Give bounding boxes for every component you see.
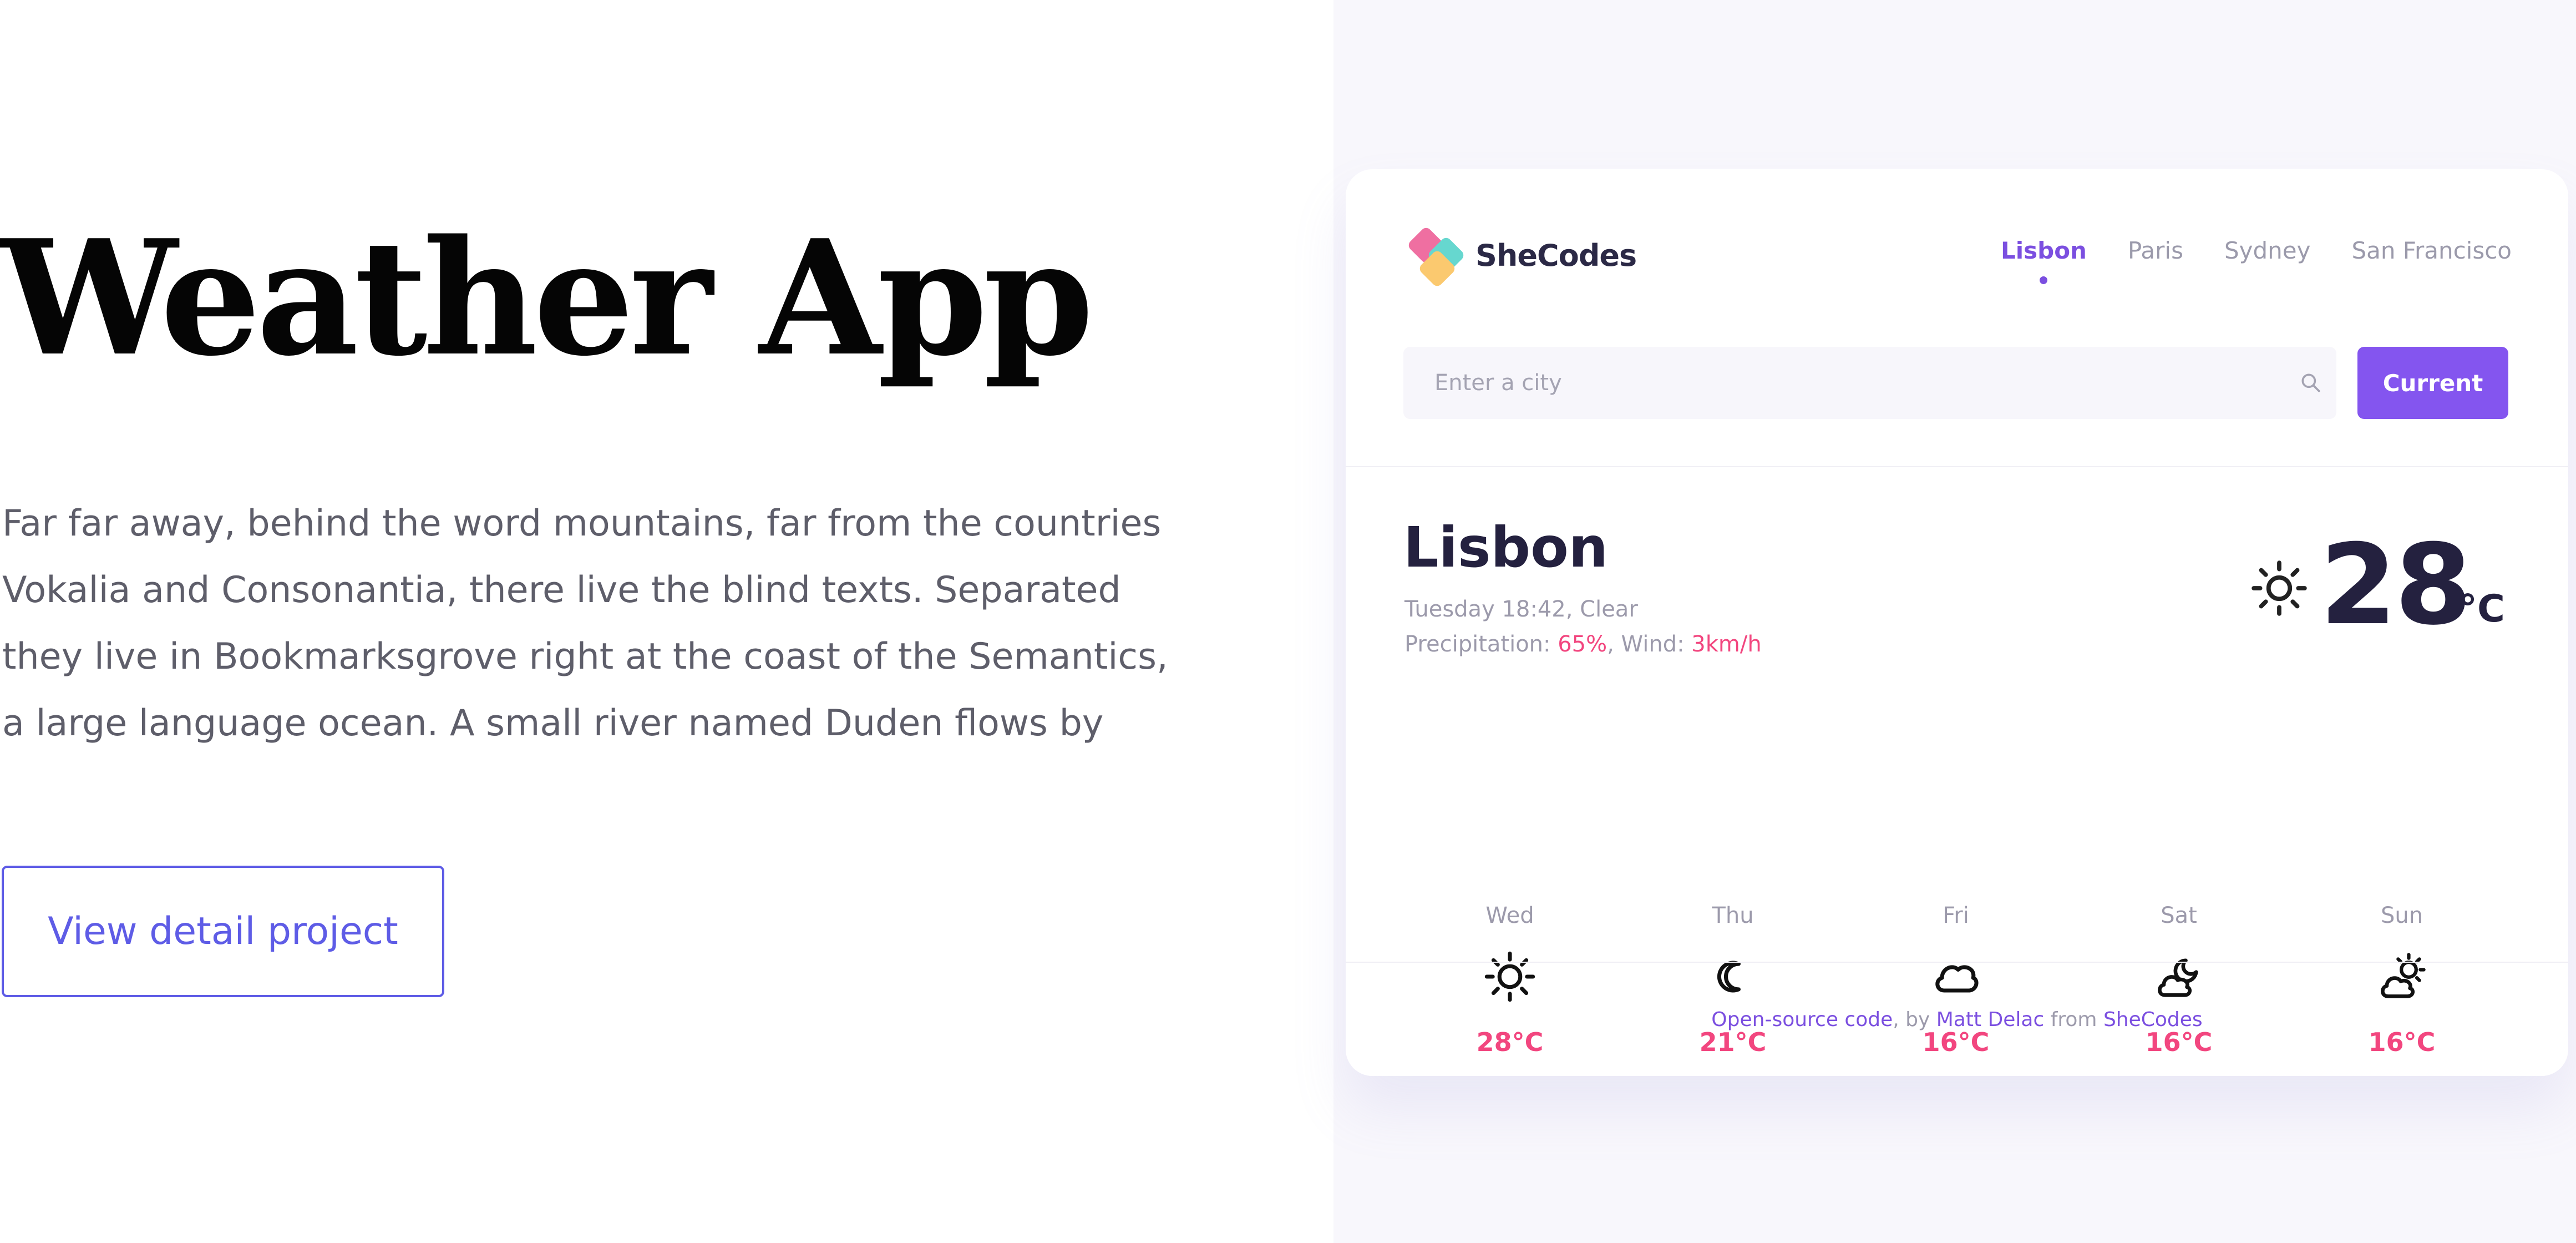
- brand-name: SheCodes: [1475, 238, 1637, 273]
- forecast-day-name: Thu: [1712, 903, 1754, 928]
- cloud-moon-icon: [2158, 958, 2198, 997]
- shecodes-logo[interactable]: SheCodes: [1406, 225, 1637, 289]
- city-search-input[interactable]: [1403, 347, 2336, 419]
- weather-app-card: SheCodes Lisbon Paris Sydney San Francis…: [1346, 169, 2568, 1076]
- search-icon[interactable]: [2299, 371, 2323, 395]
- current-city-name: Lisbon: [1403, 515, 1608, 580]
- logo-mark-icon: [1406, 225, 1473, 289]
- divider: [1346, 962, 2568, 963]
- forecast-day-name: Sat: [2161, 903, 2197, 928]
- forecast-day-name: Wed: [1485, 903, 1534, 928]
- tab-lisbon[interactable]: Lisbon: [2000, 237, 2087, 284]
- forecast-temperature: 28°C: [1476, 1027, 1544, 1057]
- forecast-temperature: 16°C: [2368, 1027, 2436, 1057]
- sun-icon: [1484, 951, 1535, 1002]
- forecast-day-name: Fri: [1943, 903, 1969, 928]
- forecast-day-name: Sun: [2380, 903, 2423, 928]
- intro-panel: Weather App Far far away, behind the wor…: [0, 0, 1333, 1243]
- tab-sydney[interactable]: Sydney: [2224, 237, 2311, 264]
- current-temperature: 28: [2320, 521, 2472, 650]
- city-tabs: Lisbon Paris Sydney San Francisco: [2000, 237, 2512, 284]
- shecodes-link[interactable]: SheCodes: [2103, 1008, 2203, 1031]
- forecast-temperature: 16°C: [2145, 1027, 2213, 1057]
- description-line: they live in Bookmarksgrove right at the…: [2, 636, 1168, 678]
- precipitation-value: 65%: [1558, 631, 1608, 657]
- active-tab-indicator: [2040, 276, 2048, 284]
- temperature-unit[interactable]: °C: [2458, 587, 2505, 631]
- cloud-icon: [1935, 965, 1979, 993]
- cloud-sun-icon: [2381, 953, 2426, 998]
- view-detail-project-button[interactable]: View detail project: [2, 866, 444, 997]
- forecast-temperature: 16°C: [1922, 1027, 1990, 1057]
- forecast-temperature: 21°C: [1699, 1027, 1767, 1057]
- description-line: Vokalia and Consonantia, there live the …: [2, 569, 1121, 611]
- open-source-code-link[interactable]: Open-source code: [1711, 1008, 1893, 1031]
- precipitation-label: Precipitation:: [1404, 631, 1558, 657]
- description-line: Far far away, behind the word mountains,…: [2, 503, 1162, 544]
- divider: [1346, 466, 2568, 467]
- wind-label: , Wind:: [1607, 631, 1692, 657]
- author-link[interactable]: Matt Delac: [1936, 1008, 2045, 1031]
- description-line: a large language ocean. A small river na…: [2, 703, 1104, 744]
- page-title: Weather App: [0, 205, 1094, 391]
- footer-from-text: from: [2044, 1008, 2103, 1031]
- moon-icon: [1717, 961, 1741, 993]
- project-description: Far far away, behind the word mountains,…: [2, 491, 1168, 757]
- current-datetime: Tuesday 18:42, Clear: [1404, 597, 1638, 622]
- search-form: Current: [1403, 347, 2513, 419]
- footer-credit: Open-source code, by Matt Delac from She…: [1346, 1008, 2568, 1031]
- tab-paris[interactable]: Paris: [2128, 237, 2183, 264]
- footer-by-text: , by: [1893, 1008, 1936, 1031]
- current-location-button[interactable]: Current: [2357, 347, 2508, 419]
- tab-san-francisco[interactable]: San Francisco: [2351, 237, 2512, 264]
- wind-value: 3km/h: [1691, 631, 1762, 657]
- sun-icon: [2252, 560, 2307, 616]
- tab-label: Lisbon: [2000, 237, 2087, 264]
- current-conditions: Precipitation: 65%, Wind: 3km/h: [1404, 631, 1762, 657]
